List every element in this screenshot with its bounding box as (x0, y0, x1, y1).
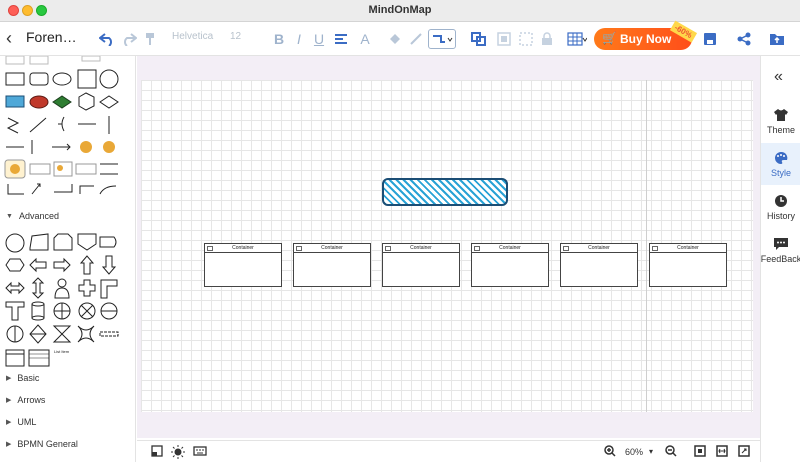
section-advanced-label: Advanced (18, 211, 59, 221)
feedback-icon (774, 237, 788, 250)
container-header: Container (561, 244, 637, 253)
shirt-icon (774, 108, 788, 121)
cart-icon: 🛒 (602, 31, 617, 45)
sidebar-item-style[interactable]: Style (761, 143, 800, 185)
sidebar-item-label: Style (770, 167, 791, 178)
status-bar: 60% ▾ (137, 440, 760, 462)
document-title[interactable]: Foren… (26, 29, 77, 45)
shape-library-panel: ▼ Advanced List Item ▶ Basic ▶ Arrows ▶ … (0, 56, 136, 462)
container-shape[interactable]: Container (293, 243, 371, 287)
fit-page-icon[interactable] (694, 445, 706, 460)
container-shape[interactable]: Container (649, 243, 727, 287)
format-painter-icon[interactable] (142, 29, 158, 49)
sidebar-item-label: History (766, 210, 795, 221)
section-bpmn-label: BPMN General (17, 439, 78, 449)
back-chevron-icon[interactable]: ‹ (6, 28, 12, 49)
keyboard-icon[interactable] (193, 445, 207, 460)
container-header: Container (205, 244, 281, 253)
palette-icon (775, 151, 788, 164)
fill-color-icon[interactable] (386, 29, 404, 49)
toolbar: ‹ Foren… Helvetica 12 B I U A 🛒 Buy Now (0, 20, 800, 56)
zoom-out-icon[interactable] (665, 445, 677, 460)
ungroup-icon[interactable] (518, 29, 534, 49)
container-header: Container (383, 244, 459, 253)
sidebar-item-label: Theme (766, 124, 795, 135)
sidebar-item-theme[interactable]: Theme (761, 100, 800, 142)
right-sidebar: « Theme Style History FeedBack (760, 56, 800, 462)
share-icon[interactable] (736, 29, 752, 49)
zoom-dropdown-icon[interactable]: ▾ (649, 447, 653, 456)
section-uml[interactable]: ▶ UML (6, 417, 36, 427)
align-icon[interactable] (332, 29, 350, 49)
font-color-icon[interactable]: A (358, 29, 372, 49)
italic-icon[interactable]: I (292, 29, 306, 49)
section-bpmn-general[interactable]: ▶ BPMN General (6, 439, 78, 449)
sidebar-item-label: FeedBack (760, 253, 800, 264)
canvas-area[interactable]: Container Container Container Container … (137, 56, 760, 438)
redo-icon[interactable] (120, 29, 138, 49)
advanced-shapes-grid[interactable] (0, 228, 136, 368)
font-family-select[interactable]: Helvetica (172, 31, 213, 42)
app-title: MindOnMap (368, 4, 432, 16)
container-header: Container (294, 244, 370, 253)
caret-right-icon: ▶ (6, 375, 12, 382)
undo-icon[interactable] (98, 29, 116, 49)
sidebar-item-feedback[interactable]: FeedBack (761, 229, 800, 271)
container-shape[interactable]: Container (382, 243, 460, 287)
arrange-icon[interactable] (470, 29, 490, 49)
list-item-shape-label: List Item (54, 349, 70, 354)
caret-right-icon: ▶ (6, 441, 12, 448)
container-shape[interactable]: Container (560, 243, 638, 287)
section-basic-label: Basic (17, 373, 40, 383)
container-shape[interactable]: Container (204, 243, 282, 287)
section-arrows-label: Arrows (17, 395, 46, 405)
bold-icon[interactable]: B (272, 29, 286, 49)
fit-width-icon[interactable] (716, 445, 728, 460)
line-color-icon[interactable] (408, 29, 424, 49)
general-shapes-grid[interactable] (0, 56, 136, 211)
buy-now-button[interactable]: 🛒 Buy Now -60% (594, 20, 698, 50)
lock-icon[interactable] (540, 29, 554, 49)
section-advanced[interactable]: ▼ Advanced (6, 211, 59, 221)
hatched-rectangle-shape[interactable] (382, 178, 508, 206)
export-icon[interactable] (768, 29, 786, 49)
collapse-panel-icon[interactable]: « (774, 68, 783, 86)
table-icon[interactable] (566, 29, 588, 49)
connector-style-icon[interactable] (428, 29, 456, 49)
container-header: Container (472, 244, 548, 253)
caret-down-icon: ▼ (6, 212, 13, 220)
group-icon[interactable] (496, 29, 512, 49)
outline-icon[interactable] (151, 445, 163, 460)
zoom-in-icon[interactable] (604, 445, 616, 460)
buy-now-label: Buy Now (620, 32, 672, 46)
section-arrows[interactable]: ▶ Arrows (6, 395, 45, 405)
sidebar-item-history[interactable]: History (761, 186, 800, 228)
title-bar: MindOnMap (0, 0, 800, 22)
caret-right-icon: ▶ (6, 419, 12, 426)
theme-sun-icon[interactable] (171, 445, 185, 462)
caret-right-icon: ▶ (6, 397, 12, 404)
save-icon[interactable] (702, 29, 718, 49)
font-size-select[interactable]: 12 (230, 31, 241, 42)
section-basic[interactable]: ▶ Basic (6, 373, 39, 383)
discount-badge: -60% (670, 20, 698, 43)
zoom-level[interactable]: 60% (625, 447, 643, 457)
container-shape[interactable]: Container (471, 243, 549, 287)
container-header: Container (650, 244, 726, 253)
page-break-line (646, 80, 647, 412)
underline-icon[interactable]: U (312, 29, 326, 49)
fullscreen-icon[interactable] (738, 445, 750, 460)
section-uml-label: UML (17, 417, 37, 427)
clock-icon (775, 194, 787, 207)
